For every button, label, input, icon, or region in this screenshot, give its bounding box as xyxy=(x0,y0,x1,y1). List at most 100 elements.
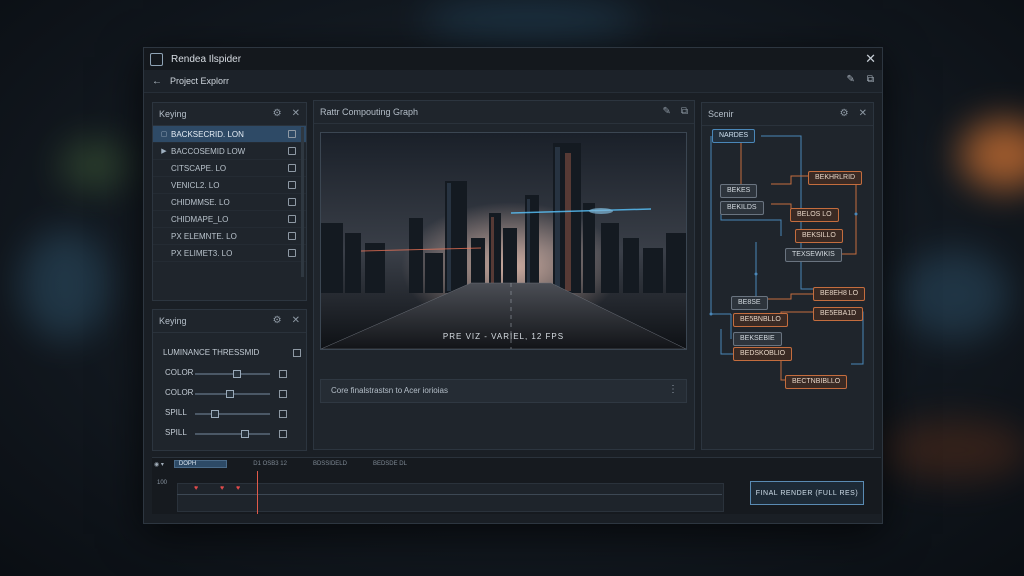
layer-item[interactable]: ▢ BACKSECRID. LON xyxy=(153,126,306,143)
app-icon xyxy=(150,52,163,66)
slider-label: COLOR xyxy=(165,368,194,377)
layer-label: VENICL2. LO xyxy=(171,180,220,190)
title-bar: Rendea Ilspider ✕ xyxy=(144,48,882,70)
nav-bar: ← Project Explorr ✎ ⧉ xyxy=(144,70,882,93)
layer-icon: ▢ xyxy=(160,131,168,138)
keyframe-marker[interactable]: ♥ xyxy=(236,485,240,492)
pen-icon[interactable]: ✎ xyxy=(846,74,854,85)
timeline-track[interactable] xyxy=(177,483,724,512)
layer-item[interactable]: ▶ BACCOSEMID LOW xyxy=(153,143,306,160)
visibility-checkbox[interactable] xyxy=(288,181,296,189)
keyframe-marker[interactable]: ♥ xyxy=(194,485,198,492)
slider-handle[interactable] xyxy=(225,390,234,398)
slider-handle[interactable] xyxy=(240,430,249,438)
close-icon[interactable]: ✕ xyxy=(292,108,300,119)
graph-node[interactable]: TEXSEWIKIS xyxy=(785,248,842,262)
visibility-checkbox[interactable] xyxy=(288,198,296,206)
timeline-ruler xyxy=(177,494,722,495)
layer-label: BACCOSEMID LOW xyxy=(171,146,246,156)
settings-icon[interactable]: ⚙ xyxy=(840,108,849,119)
slider-handle[interactable] xyxy=(233,370,242,378)
viewer-caption: PRE VIZ - VARIEL, 12 FPS xyxy=(442,332,565,341)
close-icon[interactable]: ✕ xyxy=(859,108,867,119)
slider[interactable] xyxy=(195,430,270,438)
visibility-checkbox[interactable] xyxy=(288,147,296,155)
visibility-checkbox[interactable] xyxy=(288,249,296,257)
visibility-checkbox[interactable] xyxy=(288,215,296,223)
background-light xyxy=(420,0,640,40)
graph-node[interactable]: BEKSEBIE xyxy=(733,332,782,346)
info-text: Core finalstrastsn to Acer iorioias xyxy=(331,386,448,395)
background-light xyxy=(880,420,1024,480)
node-graph-panel-title: Scenir xyxy=(708,109,734,119)
graph-node[interactable]: BE8EH8 LO xyxy=(813,287,866,301)
checkbox[interactable] xyxy=(279,430,287,438)
graph-node[interactable]: BE5BNBLLO xyxy=(733,313,788,327)
layers-panel: Keying ⚙ ✕ ▢ BACKSECRID. LON ▶ BACCOSEMID L… xyxy=(152,102,307,301)
edit-icon[interactable]: ✎ xyxy=(662,106,670,117)
graph-node[interactable]: BECTNBIBLLO xyxy=(785,375,848,389)
layer-label: CITSCAPE. LO xyxy=(171,163,227,173)
section-title: LUMINANCE THRESSMID xyxy=(163,348,260,357)
graph-node[interactable]: BE5EBA1D xyxy=(813,307,864,321)
timeline: ◉ ▾ DOPH D1 OSB3 12 BDSSIDELD BEDSDE DL … xyxy=(152,457,881,514)
back-arrow-icon[interactable]: ← xyxy=(152,76,162,87)
timeline-tab[interactable]: DOPH xyxy=(173,460,228,468)
visibility-checkbox[interactable] xyxy=(288,130,296,138)
layer-label: PX ELIMET3. LO xyxy=(171,248,233,258)
layer-item[interactable]: CITSCAPE. LO xyxy=(153,160,306,177)
keyframe-marker[interactable]: ♥ xyxy=(220,485,224,492)
layer-item[interactable]: PX ELIMET3. LO xyxy=(153,245,306,262)
timeline-menu-icon[interactable]: ◉ ▾ xyxy=(154,461,164,468)
layer-item[interactable]: VENICL2. LO xyxy=(153,177,306,194)
layer-item[interactable]: PX ELEMNTE. LO xyxy=(153,228,306,245)
nav-title: Project Explorr xyxy=(170,76,230,86)
playhead[interactable] xyxy=(257,471,258,514)
final-render-button[interactable]: FINAL RENDER (FULL RES) xyxy=(750,481,864,505)
visibility-checkbox[interactable] xyxy=(288,164,296,172)
window-title: Rendea Ilspider xyxy=(171,53,242,65)
preview-viewport[interactable]: PRE VIZ - VARIEL, 12 FPS xyxy=(320,132,687,350)
slider-handle[interactable] xyxy=(210,410,219,418)
more-options-icon[interactable]: ⋮ xyxy=(668,384,678,395)
graph-node[interactable]: NARDES xyxy=(712,129,756,143)
timeline-tab[interactable]: BDSSIDELD xyxy=(313,461,347,467)
timeline-tab[interactable]: BEDSDE DL xyxy=(373,461,407,467)
checkbox[interactable] xyxy=(293,349,301,357)
play-icon: ▶ xyxy=(161,148,167,155)
slider[interactable] xyxy=(195,370,270,378)
frame-counter: 100 xyxy=(157,480,168,486)
graph-node[interactable]: BEKES xyxy=(720,184,758,198)
graph-node[interactable]: BEKSILLO xyxy=(795,229,843,243)
layer-label: BACKSECRID. LON xyxy=(171,129,244,139)
layer-list: ▢ BACKSECRID. LON ▶ BACCOSEMID LOW CITSCAPE.… xyxy=(153,126,306,262)
graph-node[interactable]: BELOS LO xyxy=(790,208,839,222)
slider-label: SPILL xyxy=(165,408,187,417)
slider[interactable] xyxy=(195,410,270,418)
city-render-image xyxy=(321,133,686,349)
graph-node[interactable]: BEKILDS xyxy=(720,201,764,215)
timeline-tab[interactable]: D1 OSB3 12 xyxy=(253,461,287,467)
close-icon[interactable]: ✕ xyxy=(865,51,876,67)
background-light xyxy=(960,120,1024,190)
settings-icon[interactable]: ⚙ xyxy=(273,108,282,119)
scrollbar[interactable] xyxy=(301,127,304,277)
checkbox[interactable] xyxy=(279,390,287,398)
checkbox[interactable] xyxy=(279,410,287,418)
graph-node[interactable]: BE8SE xyxy=(731,296,768,310)
graph-node[interactable]: BEDSKOBLIO xyxy=(733,347,793,361)
close-icon[interactable]: ✕ xyxy=(292,315,300,326)
layer-item[interactable]: CHIDMMSE. LO xyxy=(153,194,306,211)
layer-label: PX ELEMNTE. LO xyxy=(171,231,237,241)
fullscreen-icon[interactable]: ⧉ xyxy=(681,106,688,117)
info-bar[interactable]: Core finalstrastsn to Acer iorioias ⋮ xyxy=(320,379,687,403)
background-light xyxy=(20,230,110,340)
graph-node[interactable]: BEKHRLRID xyxy=(808,171,863,185)
layer-item[interactable]: CHIDMAPE_LO xyxy=(153,211,306,228)
slider-label: COLOR xyxy=(165,388,194,397)
export-icon[interactable]: ⧉ xyxy=(867,74,874,85)
visibility-checkbox[interactable] xyxy=(288,232,296,240)
settings-icon[interactable]: ⚙ xyxy=(273,315,282,326)
slider[interactable] xyxy=(195,390,270,398)
checkbox[interactable] xyxy=(279,370,287,378)
